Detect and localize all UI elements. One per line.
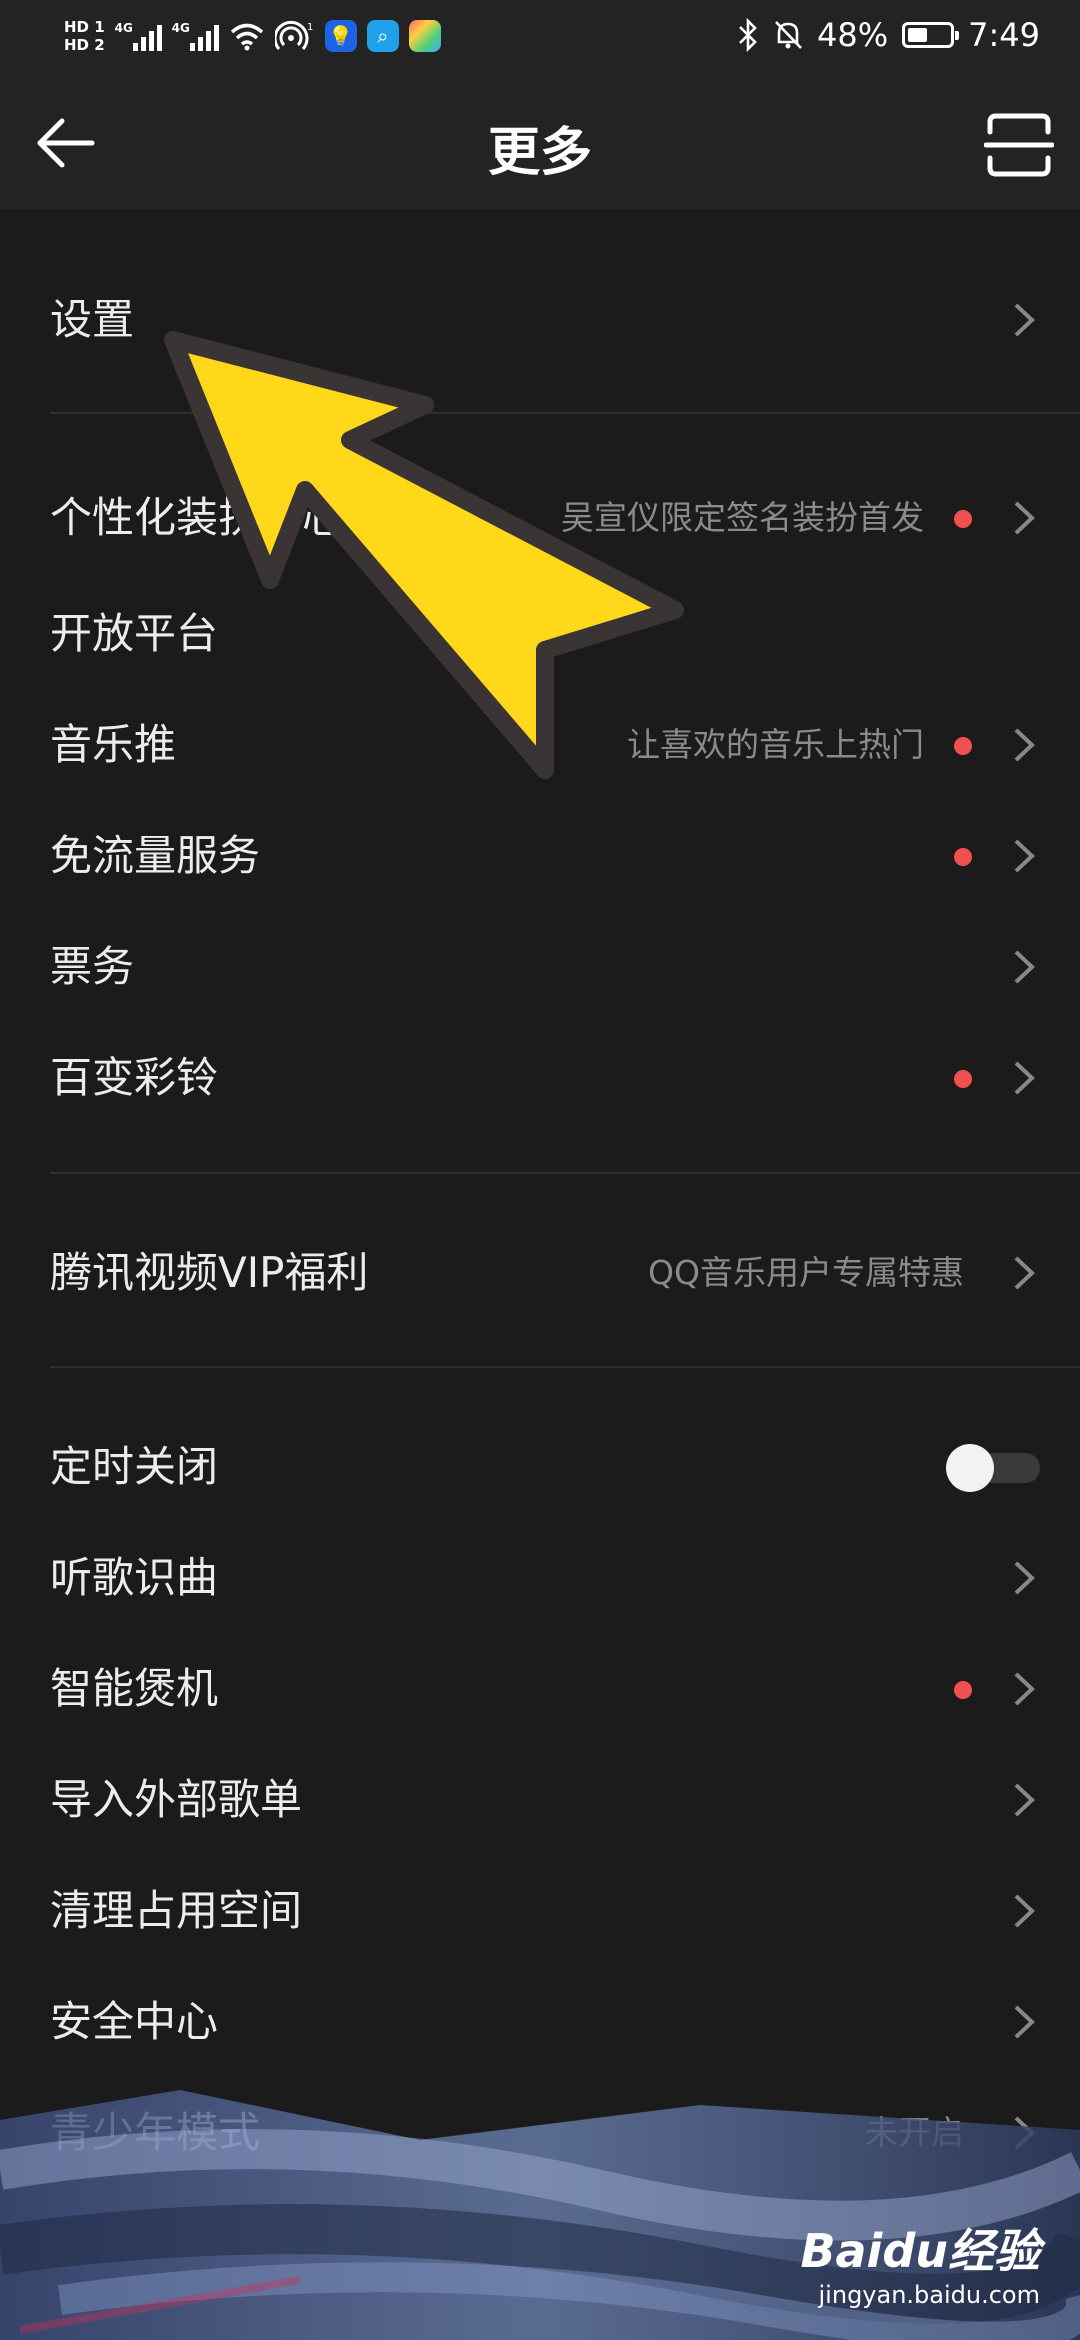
section-divider [50, 1172, 1080, 1174]
music-push-label: 音乐推 [50, 720, 177, 769]
chevron-right-icon [1014, 1894, 1035, 1928]
battery-icon [902, 22, 960, 48]
security-center-label: 安全中心 [50, 1997, 219, 2046]
open-platform-label: 开放平台 [50, 609, 219, 658]
personalize-subtitle: 吴宣仪限定签名装扮首发 [561, 498, 924, 537]
smart-burn-in-label: 智能煲机 [50, 1664, 219, 1713]
tencent-video-label: 腾讯视频VIP福利 [50, 1248, 369, 1297]
personalize-label: 个性化装扮中心 [50, 493, 345, 542]
tickets-label: 票务 [50, 942, 135, 991]
teen-mode-label: 青少年模式 [50, 2108, 261, 2157]
tencent-video-item[interactable]: 腾讯视频VIP福利 QQ音乐用户专属特惠 [0, 1218, 1080, 1328]
search-app-icon: ⌕ [366, 20, 399, 52]
song-recognition-label: 听歌识曲 [50, 1553, 219, 1602]
battery-percent: 48% [817, 16, 889, 54]
settings-item[interactable]: 设置 [0, 265, 1080, 375]
sleep-timer-item: 定时关闭 [0, 1412, 1080, 1522]
bulb-app-icon: 💡 [324, 20, 357, 52]
chevron-right-icon [1014, 303, 1035, 337]
status-bar-right: 48% 7:49 [737, 12, 1040, 58]
chevron-right-icon [1014, 501, 1035, 535]
import-playlist-label: 导入外部歌单 [50, 1775, 303, 1824]
chevron-right-icon [1014, 839, 1035, 873]
baidu-watermark: Baidu经验 jingyan.baidu.com [780, 2215, 1040, 2325]
music-push-subtitle: 让喜欢的音乐上热门 [627, 725, 924, 764]
sleep-timer-toggle[interactable] [946, 1444, 1040, 1492]
chevron-right-icon [1014, 728, 1035, 762]
song-recognition-item[interactable]: 听歌识曲 [0, 1523, 1080, 1633]
status-bar-left: HD 1 HD 2 4G 4G 1 💡 ⌕ [64, 10, 441, 62]
clean-space-label: 清理占用空间 [50, 1886, 303, 1935]
page-header: 更多 [0, 70, 1080, 210]
chevron-right-icon [1014, 1256, 1035, 1290]
personalize-item[interactable]: 个性化装扮中心 吴宣仪限定签名装扮首发 [0, 463, 1080, 573]
red-dot-badge [954, 1681, 972, 1699]
free-traffic-label: 免流量服务 [50, 831, 261, 880]
smart-burn-in-item[interactable]: 智能煲机 [0, 1634, 1080, 1744]
chevron-right-icon [1014, 950, 1035, 984]
watermark-brand: Baidu经验 [800, 2224, 1040, 2278]
chevron-right-icon [1014, 2005, 1035, 2039]
hd2-label: HD 2 [64, 36, 105, 54]
watermark-url: jingyan.baidu.com [818, 2281, 1040, 2309]
chevron-right-icon [1014, 1672, 1035, 1706]
sleep-timer-label: 定时关闭 [50, 1442, 219, 1491]
net1-label: 4G [114, 21, 133, 35]
clock: 7:49 [968, 16, 1040, 54]
hd1-label: HD 1 [64, 18, 105, 36]
red-dot-badge [954, 1070, 972, 1088]
clean-space-item[interactable]: 清理占用空间 [0, 1856, 1080, 1966]
section-divider [50, 1366, 1080, 1368]
music-push-item[interactable]: 音乐推 让喜欢的音乐上热门 [0, 690, 1080, 800]
ringtone-item[interactable]: 百变彩铃 [0, 1023, 1080, 1133]
hotspot-icon: 1 [274, 20, 313, 50]
section-divider [50, 412, 1080, 414]
svg-text:1: 1 [307, 22, 313, 33]
free-traffic-item[interactable]: 免流量服务 [0, 801, 1080, 911]
import-playlist-item[interactable]: 导入外部歌单 [0, 1745, 1080, 1855]
scan-icon[interactable] [984, 110, 1054, 180]
signal-2-icon: 4G [172, 21, 219, 51]
status-bar: HD 1 HD 2 4G 4G 1 💡 ⌕ 48% 7:49 [0, 0, 1080, 70]
ringtone-label: 百变彩铃 [50, 1053, 219, 1102]
page-title: 更多 [487, 123, 592, 183]
tencent-video-subtitle: QQ音乐用户专属特惠 [648, 1253, 964, 1292]
chevron-right-icon [1014, 1061, 1035, 1095]
tickets-item[interactable]: 票务 [0, 912, 1080, 1022]
bluetooth-icon [739, 18, 757, 52]
security-center-item[interactable]: 安全中心 [0, 1967, 1080, 2077]
red-dot-badge [954, 848, 972, 866]
chevron-right-icon [1014, 1561, 1035, 1595]
open-platform-item[interactable]: 开放平台 [0, 579, 1080, 689]
hd-indicator: HD 1 HD 2 [64, 19, 105, 53]
toggle-knob [946, 1444, 994, 1492]
net2-label: 4G [171, 21, 190, 35]
teen-mode-item[interactable]: 青少年模式 未开启 [0, 2078, 1080, 2188]
wifi-icon [230, 23, 263, 51]
chevron-right-icon [1014, 1783, 1035, 1817]
signal-1-icon: 4G [115, 21, 162, 51]
red-dot-badge [954, 510, 972, 528]
multicolor-app-icon [408, 20, 441, 52]
teen-mode-status: 未开启 [865, 2113, 964, 2152]
chevron-right-icon [1014, 2116, 1035, 2150]
mute-bell-icon [775, 21, 802, 49]
battery-fill [908, 28, 928, 42]
settings-label: 设置 [50, 295, 135, 344]
red-dot-badge [954, 737, 972, 755]
